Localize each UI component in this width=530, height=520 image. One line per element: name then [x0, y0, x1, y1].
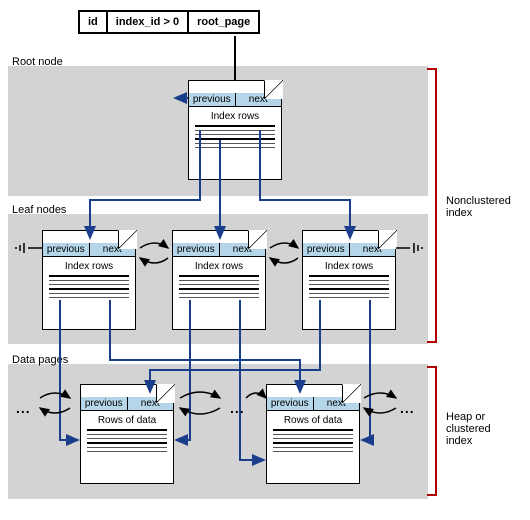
schema-header: id index_id > 0 root_page: [78, 10, 260, 34]
data-page-1: previousnext Rows of data: [80, 384, 174, 484]
page-caption: Index rows: [189, 111, 281, 122]
ellipsis-mid: ...: [230, 400, 245, 416]
prev-cell: previous: [43, 243, 90, 256]
leaf-label: Leaf nodes: [12, 204, 66, 216]
page-caption: Rows of data: [81, 415, 173, 426]
page-fold-icon: [342, 384, 360, 402]
col-id: id: [80, 12, 108, 32]
prev-cell: previous: [189, 93, 236, 106]
leaf-page-3: previousnext Index rows: [302, 230, 396, 330]
data-lines: [267, 429, 359, 452]
prev-cell: previous: [303, 243, 350, 256]
page-fold-icon: [248, 230, 266, 248]
page-caption: Index rows: [303, 261, 395, 272]
data-lines: [43, 275, 135, 298]
page-fold-icon: [378, 230, 396, 248]
data-lines: [81, 429, 173, 452]
ellipsis-right: ...: [400, 400, 415, 416]
root-page: previousnext Index rows: [188, 80, 282, 180]
bracket-heap: [435, 366, 437, 496]
page-fold-icon: [156, 384, 174, 402]
page-caption: Index rows: [43, 261, 135, 272]
leaf-page-2: previousnext Index rows: [172, 230, 266, 330]
label-nonclustered: Nonclusteredindex: [446, 195, 511, 219]
data-band: [8, 364, 428, 499]
data-label: Data pages: [12, 354, 68, 366]
root-label: Root node: [12, 56, 63, 68]
prev-cell: previous: [81, 397, 128, 410]
page-caption: Index rows: [173, 261, 265, 272]
data-lines: [303, 275, 395, 298]
data-lines: [173, 275, 265, 298]
page-caption: Rows of data: [267, 415, 359, 426]
data-lines: [189, 125, 281, 148]
bracket-nonclustered: [435, 68, 437, 343]
ellipsis-left: ...: [16, 400, 31, 416]
prev-cell: previous: [267, 397, 314, 410]
page-fold-icon: [264, 80, 282, 98]
page-fold-icon: [118, 230, 136, 248]
label-heap: Heap orclusteredindex: [446, 411, 491, 447]
data-page-2: previousnext Rows of data: [266, 384, 360, 484]
col-index-id: index_id > 0: [108, 12, 189, 32]
leaf-page-1: previousnext Index rows: [42, 230, 136, 330]
prev-cell: previous: [173, 243, 220, 256]
col-root-page: root_page: [189, 12, 258, 32]
